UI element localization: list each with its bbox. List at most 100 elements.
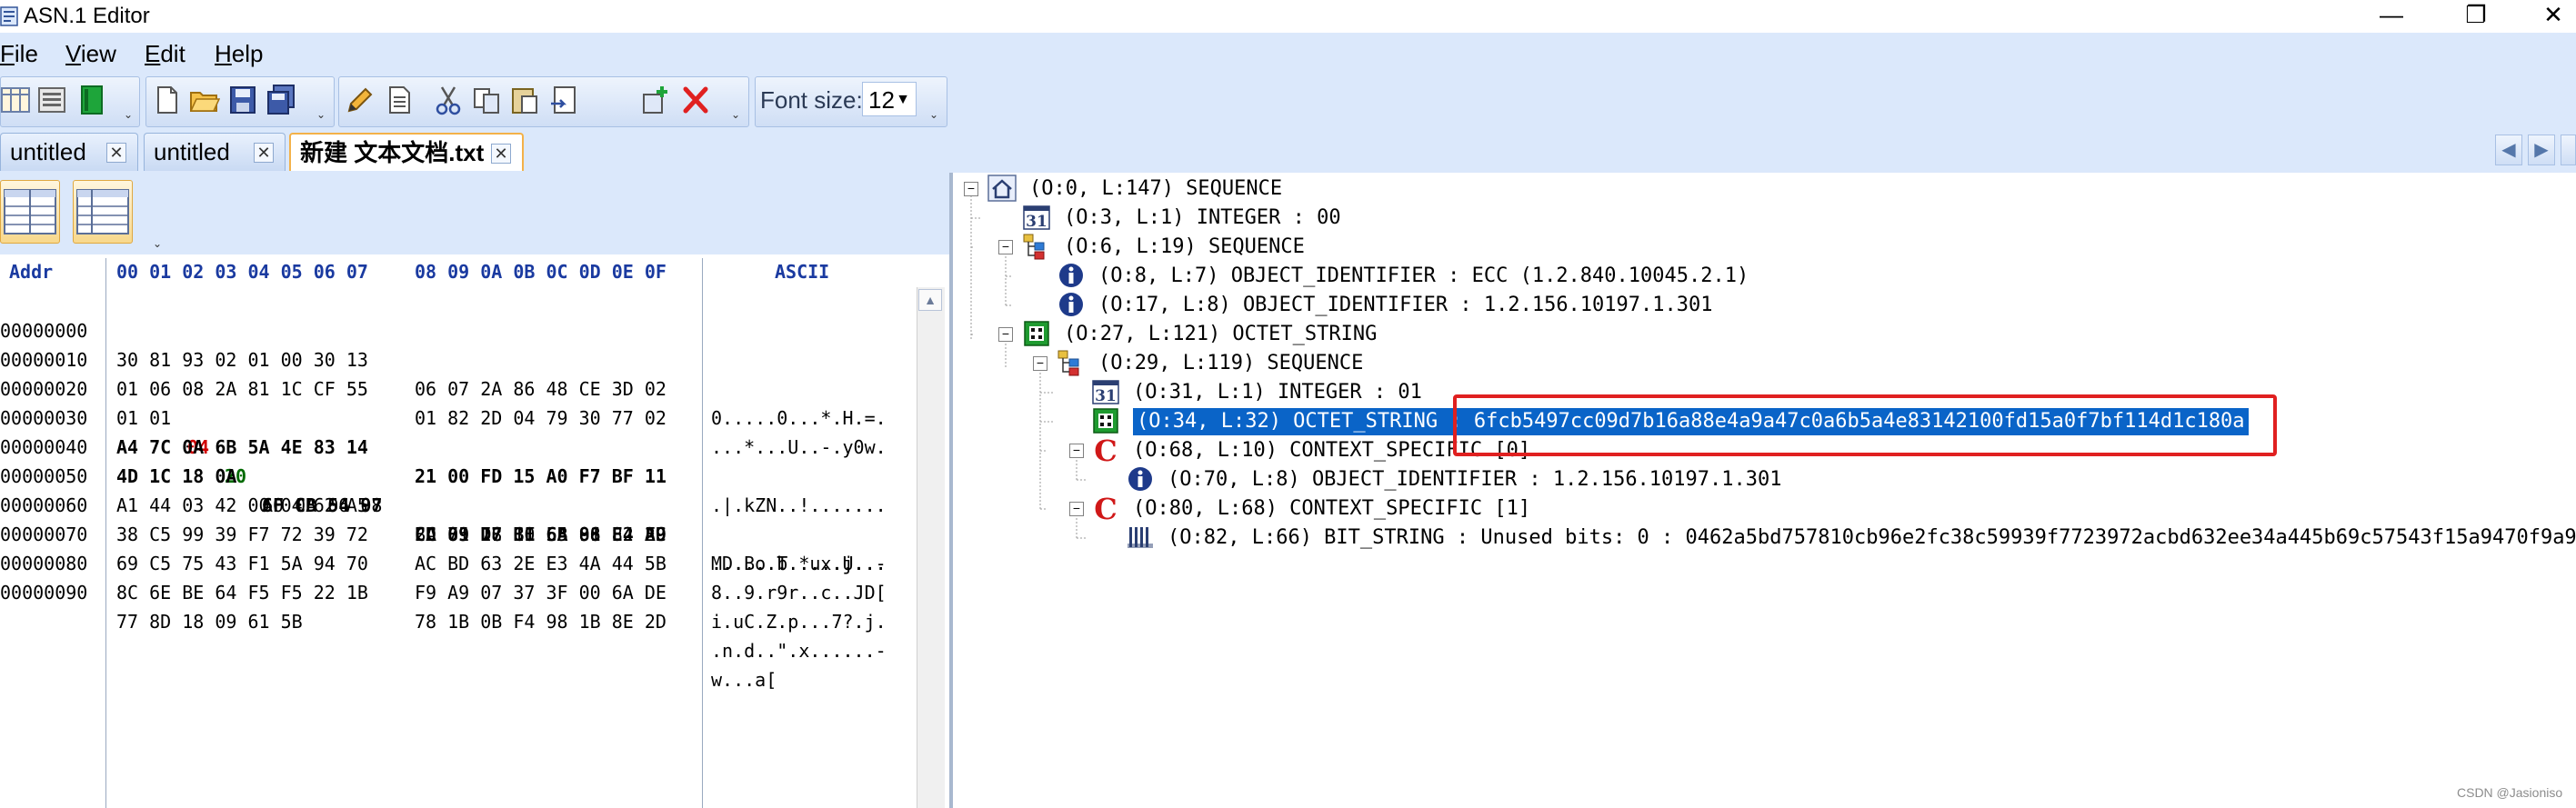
hex-bytes[interactable]: 78 1B 0B F4 98 1B 8E 2D xyxy=(415,607,667,636)
paste-special-icon[interactable] xyxy=(549,84,580,116)
tab-label: untitled xyxy=(10,138,86,165)
tree-node-bit-string[interactable]: (O:82, L:66) BIT_STRING : Unused bits: 0… xyxy=(1168,524,2576,552)
hex-view-icon[interactable] xyxy=(0,84,31,116)
tree-node-integer-version[interactable]: (O:31, L:1) INTEGER : 01 xyxy=(1133,379,1422,406)
title-bar: ASN.1 Editor — ❐ ✕ xyxy=(0,0,2576,33)
toolbar-grip[interactable]: ⌄ xyxy=(124,109,136,120)
tab-scroll-right-button[interactable]: ▶ xyxy=(2528,135,2555,165)
integer-31-icon: 31 xyxy=(1023,205,1050,231)
tree-node-sequence[interactable]: (O:6, L:19) SEQUENCE xyxy=(1064,234,1305,261)
tree-node-context-1[interactable]: (O:80, L:68) CONTEXT_SPECIFIC [1] xyxy=(1133,495,1530,523)
context-c-icon: C xyxy=(1094,436,1117,464)
hex-row: 00000050 A1 44 03 42 00 04 62 A5 BD 75 7… xyxy=(0,433,909,574)
annotation-highlight-box xyxy=(1453,394,2277,456)
svg-text:31: 31 xyxy=(1026,213,1047,231)
hex-ascii[interactable]: i.uC.Z.p...7?.j. xyxy=(711,607,887,636)
collapse-toggle[interactable]: − xyxy=(998,240,1013,254)
app-icon xyxy=(0,6,18,26)
toolbar-grip[interactable]: ⌄ xyxy=(929,109,942,120)
menu-edit[interactable]: Edit xyxy=(145,40,185,67)
tab-untitled-2[interactable]: untitled ✕ xyxy=(144,133,286,171)
text-view-icon[interactable] xyxy=(36,84,67,116)
hex-row: 00000080 8C 6E BE 64 F5 F5 22 1B 78 1B 0… xyxy=(0,520,909,662)
collapse-toggle[interactable]: − xyxy=(964,182,978,196)
menu-view[interactable]: View xyxy=(65,40,116,67)
tree-node-sequence-inner[interactable]: (O:29, L:119) SEQUENCE xyxy=(1098,350,1363,377)
hex-ascii[interactable]: .n.d..".x......- xyxy=(711,636,887,665)
octet-string-icon xyxy=(1093,408,1118,434)
layout-table-button[interactable] xyxy=(73,180,133,244)
copy-icon[interactable] xyxy=(471,84,502,116)
close-button[interactable]: ✕ xyxy=(2531,0,2576,33)
minimize-button[interactable]: — xyxy=(2364,0,2419,33)
add-node-icon[interactable] xyxy=(640,84,671,116)
collapse-toggle[interactable]: − xyxy=(1069,502,1084,516)
close-icon[interactable]: ✕ xyxy=(491,144,511,164)
tab-untitled-1[interactable]: untitled ✕ xyxy=(0,133,138,171)
restore-button[interactable]: ❐ xyxy=(2449,0,2503,33)
sequence-icon xyxy=(1023,234,1045,260)
hex-row: 00000000 30 81 93 02 01 00 30 13 06 07 2… xyxy=(0,287,909,429)
document-icon[interactable] xyxy=(384,84,415,116)
tab-new-text-document[interactable]: 新建 文本文档.txt ✕ xyxy=(289,133,524,171)
svg-text:C: C xyxy=(1094,494,1117,522)
bit-string-icon xyxy=(1128,527,1153,548)
addr-header: Addr xyxy=(9,261,54,283)
close-icon[interactable]: ✕ xyxy=(106,143,126,163)
save-icon[interactable] xyxy=(227,84,258,116)
hex-row: 00000070 69 C5 75 43 F1 5A 94 70 F9 A9 0… xyxy=(0,491,909,633)
toolbar-grip[interactable]: ⌄ xyxy=(316,109,329,120)
collapse-toggle[interactable]: − xyxy=(998,327,1013,342)
hex-bytes[interactable]: F9 A9 07 37 3F 00 6A DE xyxy=(415,578,667,607)
hex-header: Addr 00 01 02 03 04 05 06 07 08 09 0A 0B… xyxy=(0,258,949,285)
font-size-value: 12 xyxy=(868,86,895,114)
toolbar-grip[interactable]: ⌄ xyxy=(153,238,165,249)
menu-help[interactable]: Help xyxy=(215,40,263,67)
tree-node-oid-ecc[interactable]: (O:8, L:7) OBJECT_IDENTIFIER : ECC (1.2.… xyxy=(1098,263,1749,290)
hex-row: 00000030 A4 7C 0A 6B 5A 4E 83 14 21 00 F… xyxy=(0,374,909,516)
open-folder-icon[interactable] xyxy=(189,84,220,116)
tree-node-integer[interactable]: (O:3, L:1) INTEGER : 00 xyxy=(1064,204,1341,232)
tab-label: 新建 文本文档.txt xyxy=(300,139,485,166)
tree-node-oid-curve[interactable]: (O:70, L:8) OBJECT_IDENTIFIER : 1.2.156.… xyxy=(1168,466,1782,494)
green-book-icon[interactable] xyxy=(76,84,107,116)
tab-label: untitled xyxy=(154,138,230,165)
tree-node-sequence-root[interactable]: (O:0, L:147) SEQUENCE xyxy=(1029,175,1282,203)
hex-scrollbar[interactable] xyxy=(917,287,945,808)
save-all-icon[interactable] xyxy=(266,84,296,116)
font-size-label: Font size: xyxy=(760,86,863,114)
paste-icon[interactable] xyxy=(509,84,540,116)
tree-node-octet-string[interactable]: (O:27, L:121) OCTET_STRING xyxy=(1064,321,1377,348)
tab-scroll-left-button[interactable]: ◀ xyxy=(2495,135,2522,165)
toolbar-grip[interactable]: ⌄ xyxy=(731,109,744,120)
svg-text:31: 31 xyxy=(1095,387,1117,405)
tab-list-button[interactable] xyxy=(2561,135,2576,165)
hex-addr: 00000090 xyxy=(0,582,88,604)
menu-bar xyxy=(0,33,2576,71)
hex-ascii[interactable]: w...a[ xyxy=(711,665,777,694)
menu-file[interactable]: File xyxy=(0,40,38,67)
pencil-icon[interactable] xyxy=(344,84,375,116)
hex-row: 00000020 01 01 04 20 6F CB 54 97 CC 09 D… xyxy=(0,345,909,574)
collapse-toggle[interactable]: − xyxy=(1033,356,1047,371)
watermark: CSDN @Jasioniso xyxy=(2457,785,2563,800)
ascii-header: ASCII xyxy=(775,261,830,283)
new-file-icon[interactable] xyxy=(151,84,182,116)
delete-icon[interactable] xyxy=(680,84,711,116)
hex-bytes[interactable]: 8C 6E BE 64 F5 F5 22 1B xyxy=(116,578,368,607)
scroll-up-button[interactable]: ▲ xyxy=(918,289,942,311)
hex-row: 00000040 4D 1C 18 0A A0 0A 06 08 2A 81 1… xyxy=(0,404,909,574)
hex-bytes[interactable]: 77 8D 18 09 61 5B xyxy=(116,607,303,636)
svg-text:C: C xyxy=(1094,436,1117,464)
tree-node-oid-sm2[interactable]: (O:17, L:8) OBJECT_IDENTIFIER : 1.2.156.… xyxy=(1098,292,1713,319)
font-size-select[interactable]: 12 ▼ xyxy=(862,82,917,116)
collapse-toggle[interactable]: − xyxy=(1069,444,1084,458)
cut-icon[interactable] xyxy=(433,84,464,116)
info-icon xyxy=(1128,467,1152,491)
hex-ascii[interactable]: 8..9.r9r..c..JD[ xyxy=(711,578,887,607)
hex-row: 00000090 77 8D 18 09 61 5B w...a[ xyxy=(0,549,909,691)
info-icon xyxy=(1059,293,1083,316)
layout-columns-button[interactable] xyxy=(0,180,60,244)
sequence-icon xyxy=(1057,350,1079,376)
close-icon[interactable]: ✕ xyxy=(254,143,274,163)
